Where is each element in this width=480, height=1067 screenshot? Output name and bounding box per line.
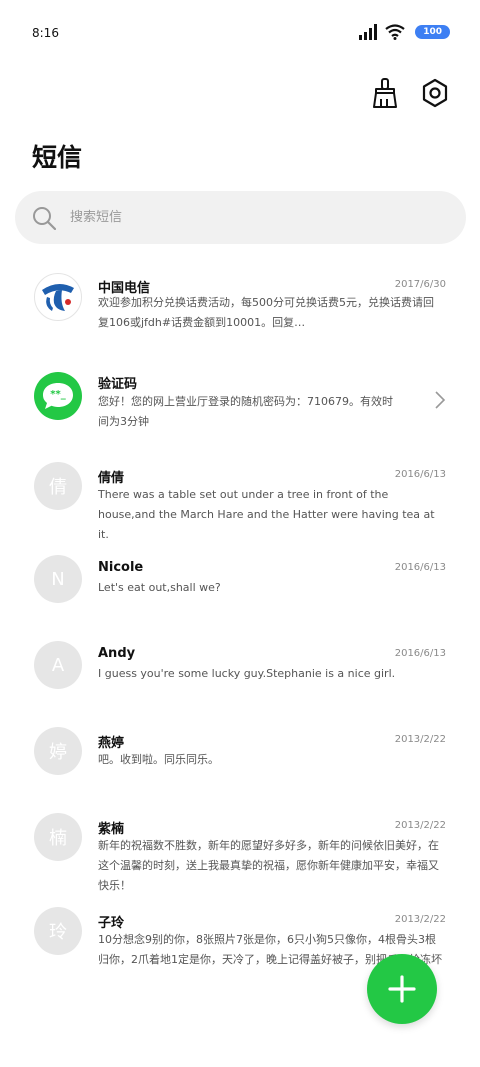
contact-name: Nicole (98, 560, 144, 575)
settings-icon (422, 78, 448, 108)
contact-name: 验证码 (98, 377, 138, 392)
conversation-item-nicole[interactable]: N Nicole 2016/6/13 Let's eat out,shall w… (0, 541, 480, 627)
message-date: 2016/6/13 (394, 469, 446, 480)
avatar-initial: 倩 (49, 477, 67, 498)
new-message-button[interactable] (367, 954, 437, 1024)
conversation-item-yanting[interactable]: 婷 燕婷 2013/2/22 吧。收到啦。同乐同乐。 (0, 713, 480, 799)
conversation-item-zinan[interactable]: 楠 紫楠 2013/2/22 新年的祝福数不胜数，新年的愿望好多好多，新年的问候… (0, 799, 480, 893)
conversation-item-andy[interactable]: A Andy 2016/6/13 I guess you're some luc… (0, 627, 480, 713)
conversation-item-china-telecom[interactable]: 中国电信 2017/6/30 欢迎参加积分兑换话费活动，每500分可兑换话费5元… (0, 258, 480, 354)
message-date: 2013/2/22 (394, 820, 446, 831)
avatar-initial: A (51, 654, 65, 676)
contact-name: 倩倩 (98, 471, 125, 486)
contact-name: 紫楠 (98, 822, 125, 837)
avatar: A (34, 641, 82, 689)
status-icons: 100 (359, 24, 450, 40)
message-date: 2013/2/22 (394, 914, 446, 925)
message-preview: 吧。收到啦。同乐同乐。 (98, 753, 219, 766)
broom-icon (373, 78, 397, 108)
avatar: 玲 (34, 907, 82, 955)
search-input[interactable] (68, 209, 432, 226)
plus-icon (388, 975, 416, 1003)
conversation-item-verification-code[interactable]: **_ 验证码 您好！您的网上营业厅登录的随机密码为：710679。有效时间为3… (0, 354, 480, 447)
message-preview: 欢迎参加积分兑换话费活动，每500分可兑换话费5元，兑换话费请回复106或jfd… (98, 296, 434, 329)
message-date: 2013/2/22 (394, 734, 446, 745)
contact-name: 子玲 (98, 916, 125, 931)
avatar-initial: N (51, 568, 65, 590)
conversation-item-qianqian[interactable]: 倩 倩倩 2016/6/13 There was a table set out… (0, 447, 480, 541)
china-telecom-logo-icon (42, 283, 74, 311)
message-date: 2016/6/13 (394, 562, 446, 573)
status-bar: 8:16 100 (0, 0, 480, 66)
page-title: 短信 (32, 143, 83, 172)
clean-button[interactable] (368, 76, 402, 110)
status-time: 8:16 (32, 26, 59, 40)
avatar: N (34, 555, 82, 603)
avatar: 倩 (34, 462, 82, 510)
avatar-initial: 玲 (49, 922, 67, 943)
avatar-initial: 婷 (49, 742, 67, 763)
battery-badge: 100 (415, 25, 450, 39)
message-preview: Let's eat out,shall we? (98, 581, 221, 594)
avatar: **_ (34, 372, 82, 420)
contact-name: 燕婷 (98, 736, 125, 751)
search-bar[interactable] (15, 191, 466, 244)
wifi-icon (385, 24, 405, 40)
avatar-initial: 楠 (49, 828, 67, 849)
avatar (34, 273, 82, 321)
message-preview: I guess you're some lucky guy.Stephanie … (98, 667, 396, 680)
message-preview: 新年的祝福数不胜数，新年的愿望好多好多，新年的问候依旧美好，在这个温馨的时刻，送… (98, 839, 439, 892)
avatar: 楠 (34, 813, 82, 861)
contact-name: Andy (98, 646, 136, 661)
toolbar (368, 76, 452, 110)
message-date: 2016/6/13 (394, 648, 446, 659)
message-preview: 您好！您的网上营业厅登录的随机密码为：710679。有效时间为3分钟 (98, 395, 393, 428)
settings-button[interactable] (418, 76, 452, 110)
message-date: 2017/6/30 (394, 279, 446, 290)
avatar: 婷 (34, 727, 82, 775)
avatar-text: **_ (50, 389, 66, 400)
message-preview: There was a table set out under a tree i… (98, 488, 435, 541)
chevron-right-icon (435, 391, 446, 409)
conversation-list: 中国电信 2017/6/30 欢迎参加积分兑换话费活动，每500分可兑换话费5元… (0, 258, 480, 983)
signal-icon (359, 24, 378, 40)
search-icon (33, 206, 56, 230)
